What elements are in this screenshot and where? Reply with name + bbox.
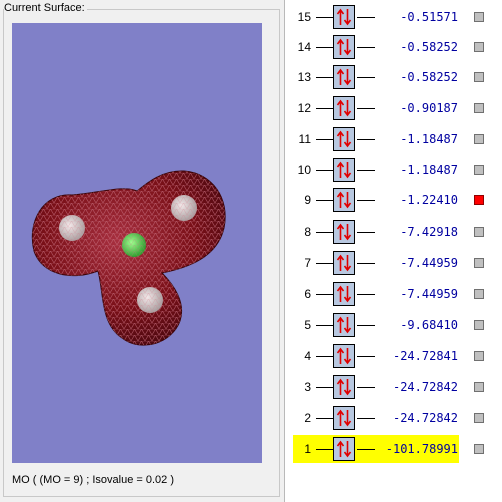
mo-index: 7 [304,256,311,270]
mo-row[interactable]: 8 -7.42918 [285,218,502,246]
mo-index: 11 [298,132,311,146]
mo-index: 9 [304,193,311,207]
mo-select-box[interactable] [474,258,484,268]
mo-energy: -0.51571 [400,10,458,24]
surface-panel: Current Surface: MO ((MO = 9) ; Isovalu… [0,0,285,502]
mo-select-box[interactable] [474,165,484,175]
mo-select-box[interactable] [474,103,484,113]
mo-energy: -1.18487 [400,163,458,177]
mo-energy: -7.42918 [400,225,458,239]
mo-diagram: 15 -0.51571 14 -0.58252 13 -0.58252 12 -0.90187… [285,0,502,502]
group-title: Current Surface: [4,2,87,14]
mo-energy: -7.44959 [400,287,458,301]
mo-energy: -0.58252 [400,70,458,84]
mo-index: 3 [304,380,311,394]
mo-select-box[interactable] [474,382,484,392]
mo-select-box[interactable] [474,227,484,237]
mo-index: 10 [297,163,311,177]
level-line [316,325,333,326]
mo-select-box[interactable] [474,42,484,52]
level-line [316,418,333,419]
level-line [316,449,333,450]
level-line [316,263,333,264]
mo-energy: -1.18487 [400,132,458,146]
mo-row[interactable]: 2 -24.72842 [285,404,502,432]
mo-select-box[interactable] [474,413,484,423]
mo-row[interactable]: 1 -101.78991 [285,435,502,463]
level-line [316,232,333,233]
mo-energy: -24.72841 [392,349,458,363]
mo-row[interactable]: 12 -0.90187 [285,94,502,122]
mo-energy: -7.44959 [400,256,458,270]
mo-index: 1 [304,442,311,456]
orbital-surface-render [31,170,226,346]
mo-select-box[interactable] [474,72,484,82]
mo-row[interactable]: 15 -0.51571 [285,3,502,31]
mo-select-box[interactable] [474,289,484,299]
mo-energy: -1.22410 [400,193,458,207]
mo-row[interactable]: 11 -1.18487 [285,125,502,153]
mo-row[interactable]: 7 -7.44959 [285,249,502,277]
level-line [316,77,333,78]
level-line [316,200,333,201]
mo-index: 14 [297,40,311,54]
mo-energy: -24.72842 [392,411,458,425]
mo-row[interactable]: 14 -0.58252 [285,33,502,61]
level-line [316,356,333,357]
mo-select-box[interactable] [474,320,484,330]
mo-select-box[interactable] [474,134,484,144]
level-line [316,108,333,109]
surface-caption: MO ( (MO = 9) ; Isovalue = 0.02 ) [12,474,174,486]
level-line [316,294,333,295]
mo-index: 8 [304,225,311,239]
mo-energy: -0.58252 [400,40,458,54]
mo-row[interactable]: 13 -0.58252 [285,63,502,91]
mo-energy: -24.72842 [392,380,458,394]
level-line [316,139,333,140]
mo-index: 6 [304,287,311,301]
molecule-viewport[interactable] [12,23,262,463]
mo-index: 12 [297,101,311,115]
mo-energy: -0.90187 [400,101,458,115]
level-line [316,170,333,171]
mo-energy: -101.78991 [385,442,458,456]
level-line [316,387,333,388]
mo-row[interactable]: 3 -24.72842 [285,373,502,401]
mo-index: 2 [304,411,311,425]
mo-select-box[interactable] [474,12,484,22]
mo-row[interactable]: 10 -1.18487 [285,156,502,184]
mo-row[interactable]: 5 -9.68410 [285,311,502,339]
mo-row[interactable]: 9 -1.22410 [285,186,502,214]
mo-index: 13 [297,70,311,84]
mo-select-box[interactable] [474,351,484,361]
mo-selected-indicator[interactable] [474,195,484,205]
mo-row[interactable]: 6 -7.44959 [285,280,502,308]
mo-index: 5 [304,318,311,332]
mo-index: 15 [297,10,311,24]
mo-energy: -9.68410 [400,318,458,332]
mo-index: 4 [304,349,311,363]
level-line [316,47,333,48]
mo-select-box[interactable] [474,444,484,454]
level-line [316,17,333,18]
mo-row[interactable]: 4 -24.72841 [285,342,502,370]
